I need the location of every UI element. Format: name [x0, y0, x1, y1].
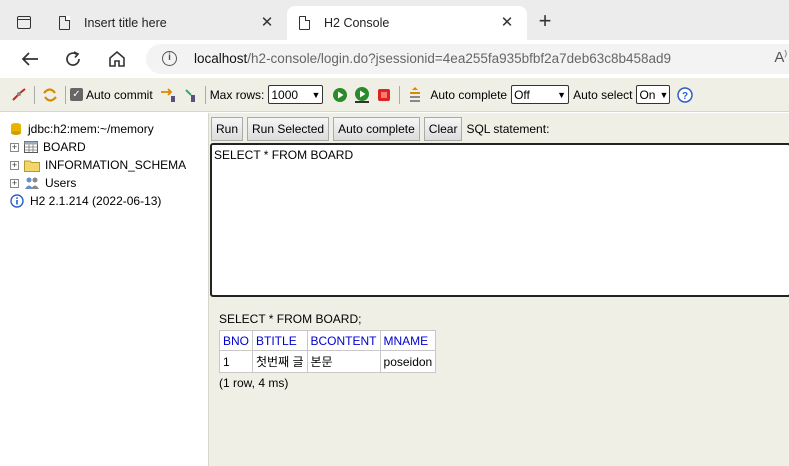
tab-actions-button[interactable]	[8, 9, 40, 35]
tab-title: H2 Console	[324, 16, 390, 30]
column-header[interactable]: BTITLE	[252, 330, 308, 351]
commit-icon[interactable]	[179, 84, 201, 106]
back-button[interactable]	[16, 46, 44, 72]
schema-tree: jdbc:h2:mem:~/memory + BOARD + INFORMATI…	[0, 113, 208, 466]
column-header[interactable]: BNO	[218, 330, 254, 351]
rollback-icon[interactable]	[157, 84, 179, 106]
close-tab-icon[interactable]: ✕	[257, 13, 277, 31]
result-status: (1 row, 4 ms)	[219, 376, 289, 390]
clear-button[interactable]: Clear	[423, 117, 463, 141]
stop-icon[interactable]	[373, 84, 395, 106]
tree-version: H2 2.1.214 (2022-06-13)	[10, 192, 161, 210]
database-icon	[11, 123, 21, 135]
max-rows-label: Max rows:	[209, 87, 265, 102]
query-panel: Run Run Selected Auto complete Clear SQL…	[208, 113, 789, 466]
result-query-text: SELECT * FROM BOARD;	[219, 312, 362, 326]
home-icon	[109, 50, 125, 67]
auto-commit-checkbox[interactable]: ✓	[70, 88, 83, 101]
toolbar-divider	[65, 85, 66, 104]
table-cell: 본문	[306, 350, 381, 373]
chevron-down-icon: ▼	[311, 89, 321, 100]
run-selected-icon[interactable]	[351, 84, 373, 106]
tab-h2-console[interactable]: H2 Console ✕	[287, 6, 527, 40]
expand-icon[interactable]: +	[10, 142, 19, 152]
auto-select-label: Auto select	[573, 87, 633, 102]
expand-icon[interactable]: +	[10, 178, 19, 188]
page-icon	[299, 16, 310, 30]
auto-commit-label: Auto commit	[86, 87, 153, 102]
history-icon[interactable]	[404, 84, 426, 106]
disconnect-icon[interactable]	[8, 84, 30, 106]
back-arrow-icon	[21, 52, 38, 66]
browser-tab-bar: Insert title here ✕ H2 Console ✕ +	[0, 0, 789, 40]
table-header-row: BNO BTITLE BCONTENT MNAME	[218, 330, 437, 351]
refresh-icon[interactable]	[39, 84, 61, 106]
result-table: BNO BTITLE BCONTENT MNAME 1 첫번째 글 본문 pos…	[218, 330, 437, 373]
auto-select-select[interactable]: On ▼	[636, 85, 671, 104]
help-icon[interactable]: ?	[674, 84, 696, 106]
users-icon	[25, 177, 39, 189]
column-header[interactable]: BCONTENT	[306, 330, 381, 351]
auto-complete-select[interactable]: Off ▼	[511, 85, 570, 104]
folder-icon	[24, 160, 40, 172]
address-bar[interactable]: i localhost/h2-console/login.do?jsession…	[146, 44, 789, 74]
home-button[interactable]	[103, 46, 131, 72]
sql-editor[interactable]: SELECT * FROM BOARD	[210, 143, 789, 297]
run-icon[interactable]	[329, 84, 351, 106]
auto-complete-button[interactable]: Auto complete	[333, 117, 420, 141]
close-tab-icon[interactable]: ✕	[497, 13, 517, 31]
window-icon	[17, 15, 31, 29]
run-button[interactable]: Run	[211, 117, 244, 141]
chevron-down-icon: ▼	[659, 89, 669, 100]
info-icon	[10, 194, 24, 208]
browser-nav-bar: i localhost/h2-console/login.do?jsession…	[0, 40, 789, 78]
table-row: 1 첫번째 글 본문 poseidon	[218, 350, 437, 373]
table-cell: 1	[218, 350, 254, 373]
run-selected-button[interactable]: Run Selected	[247, 117, 330, 141]
toolbar-divider	[34, 85, 35, 104]
reload-button[interactable]	[59, 46, 87, 72]
sql-statement-label: SQL statement:	[466, 122, 550, 136]
tree-item-label: Users	[45, 176, 77, 190]
site-info-icon[interactable]: i	[162, 51, 177, 66]
tree-item-board[interactable]: + BOARD	[10, 138, 86, 156]
tree-item-information-schema[interactable]: + INFORMATION_SCHEMA	[10, 156, 186, 174]
expand-icon[interactable]: +	[10, 160, 19, 170]
reload-icon	[66, 51, 80, 66]
tree-connection[interactable]: jdbc:h2:mem:~/memory	[10, 120, 154, 138]
chevron-down-icon: ▼	[557, 89, 567, 100]
h2-toolbar: ✓ Auto commit Max rows: 1000 ▼ Auto compl…	[0, 78, 789, 112]
column-header[interactable]: MNAME	[379, 330, 437, 351]
url-text[interactable]: localhost/h2-console/login.do?jsessionid…	[194, 51, 671, 66]
svg-text:?: ?	[682, 91, 688, 102]
tab-title: Insert title here	[84, 16, 167, 30]
result-area: SELECT * FROM BOARD; BNO BTITLE BCONTENT…	[218, 312, 437, 390]
connection-label: jdbc:h2:mem:~/memory	[28, 122, 154, 136]
version-label: H2 2.1.214 (2022-06-13)	[30, 194, 162, 208]
table-cell: poseidon	[379, 350, 437, 373]
tree-item-label: INFORMATION_SCHEMA	[45, 158, 187, 172]
tree-item-label: BOARD	[43, 140, 86, 154]
tab-insert-title[interactable]: Insert title here ✕	[47, 6, 287, 40]
page-icon	[59, 16, 70, 30]
read-aloud-icon[interactable]: A)	[774, 49, 787, 66]
toolbar-divider	[204, 85, 206, 104]
auto-complete-label: Auto complete	[430, 87, 508, 102]
max-rows-select[interactable]: 1000 ▼	[268, 85, 324, 104]
tree-item-users[interactable]: + Users	[10, 174, 76, 192]
table-cell: 첫번째 글	[252, 350, 308, 373]
new-tab-button[interactable]: +	[532, 9, 558, 35]
table-icon	[24, 141, 38, 153]
toolbar-divider	[399, 85, 401, 104]
editor-button-row: Run Run Selected Auto complete Clear SQL…	[211, 117, 549, 141]
